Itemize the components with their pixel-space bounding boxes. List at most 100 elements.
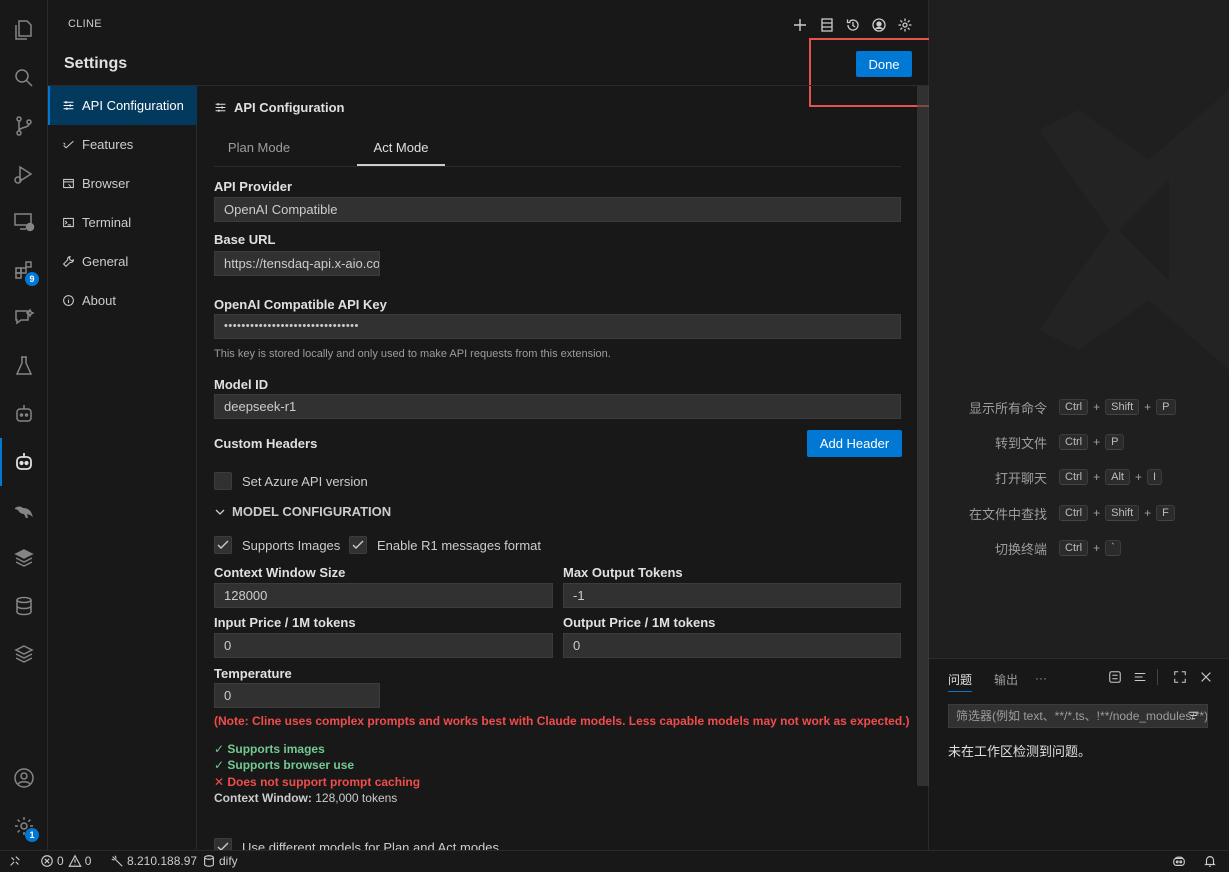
claude-note: (Note: Cline uses complex prompts and wo… <box>214 714 910 728</box>
sidebar-item-terminal[interactable]: Terminal <box>48 203 197 242</box>
shortcut-row: 在文件中查找 Ctrl + Shift + F <box>929 503 1175 523</box>
context-window-input[interactable]: 128000 <box>214 583 553 608</box>
add-header-button[interactable]: Add Header <box>807 430 902 457</box>
tab-output[interactable]: 输出 <box>994 671 1018 688</box>
copilot-status[interactable] <box>1172 854 1189 868</box>
section-title: API Configuration <box>234 100 345 115</box>
tab-plan-mode[interactable]: Plan Mode <box>214 136 304 166</box>
content-scrollbar[interactable] <box>917 86 929 786</box>
extensions-icon[interactable]: 9 <box>0 246 48 294</box>
shortcut-row: 切换终端 Ctrl + ` <box>929 538 1121 558</box>
source-control-icon[interactable] <box>0 102 48 150</box>
supports-images-checkbox[interactable] <box>214 536 232 554</box>
provider-select[interactable]: OpenAI Compatible <box>214 197 901 222</box>
search-icon[interactable] <box>0 54 48 102</box>
editor-area: 显示所有命令 Ctrl + Shift + P 转到文件 Ctrl + P 打开聊天 … <box>929 0 1229 658</box>
chat-icon[interactable] <box>0 294 48 342</box>
sidebar-item-api-configuration[interactable]: API Configuration <box>48 86 197 125</box>
error-icon <box>41 855 53 867</box>
tab-act-mode[interactable]: Act Mode <box>357 136 445 166</box>
model-config-toggle[interactable]: MODEL CONFIGURATION <box>214 504 391 519</box>
r1-format-checkbox[interactable] <box>349 536 367 554</box>
account-circle-icon[interactable] <box>870 16 888 34</box>
database-status[interactable]: dify <box>202 854 238 868</box>
key: P <box>1156 399 1176 415</box>
settings-badge: 1 <box>25 828 39 842</box>
sliders-icon <box>215 103 226 112</box>
checkmark-icon <box>352 540 364 549</box>
close-icon[interactable] <box>1199 670 1213 684</box>
remote-host[interactable]: 8.210.188.97 <box>110 854 197 868</box>
shortcut-row: 打开聊天 Ctrl + Alt + I <box>929 467 1163 487</box>
account-icon[interactable] <box>0 754 48 802</box>
azure-checkbox[interactable] <box>214 472 232 490</box>
kangaroo-icon[interactable] <box>0 486 48 534</box>
problems-filter-input[interactable]: 筛选器(例如 text、**/*.ts、!**/node_modules/**) <box>948 704 1208 728</box>
max-output-input[interactable]: -1 <box>563 583 901 608</box>
key: Ctrl <box>1059 434 1089 450</box>
copilot-icon <box>1173 856 1185 866</box>
stack-icon[interactable] <box>0 630 48 678</box>
checkmark-icon <box>217 540 229 549</box>
testing-icon[interactable] <box>0 342 48 390</box>
provider-label: API Provider <box>214 179 293 194</box>
key: Ctrl <box>1059 505 1089 521</box>
settings-gear-icon[interactable] <box>896 16 914 34</box>
robot-icon[interactable] <box>0 390 48 438</box>
sidebar-item-features[interactable]: Features <box>48 125 197 164</box>
database-icon[interactable] <box>0 582 48 630</box>
mcp-servers-icon[interactable] <box>818 16 836 34</box>
model-id-input[interactable]: deepseek-r1 <box>214 394 901 419</box>
filter-icon[interactable] <box>1187 709 1200 722</box>
plug-icon <box>111 855 123 867</box>
history-icon[interactable] <box>844 16 862 34</box>
shortcut-label: 切换终端 <box>994 541 1047 557</box>
cline-panel: CLINE Settings Done API Configuration Fe… <box>48 0 946 850</box>
notifications-status[interactable] <box>1203 854 1220 868</box>
manage-gear-icon[interactable]: 1 <box>0 802 48 850</box>
activity-bar: 9 1 <box>0 0 48 850</box>
different-models-checkbox[interactable] <box>214 838 232 850</box>
run-debug-icon[interactable] <box>0 150 48 198</box>
key: Ctrl <box>1059 399 1089 415</box>
remote-indicator[interactable] <box>8 854 25 868</box>
key: Shift <box>1105 399 1140 415</box>
input-price-input[interactable]: 0 <box>214 633 553 658</box>
plus-icon[interactable] <box>791 16 809 34</box>
tab-problems[interactable]: 问题 <box>948 671 973 692</box>
temperature-input[interactable]: 0 <box>214 683 380 708</box>
sidebar-item-browser[interactable]: Browser <box>48 164 197 203</box>
sidebar-item-general[interactable]: General <box>48 242 197 281</box>
collapse-all-icon[interactable] <box>1108 670 1122 684</box>
remote-explorer-icon[interactable] <box>0 198 48 246</box>
maximize-icon[interactable] <box>1173 670 1187 684</box>
sidebar-item-about[interactable]: About <box>48 281 197 320</box>
terminal-icon <box>63 217 74 228</box>
max-output-label: Max Output Tokens <box>563 565 683 580</box>
model-config-label: MODEL CONFIGURATION <box>232 504 392 519</box>
more-tabs-button[interactable]: ··· <box>1035 671 1047 685</box>
sidebar-item-label: About <box>82 293 116 308</box>
api-key-input[interactable]: ••••••••••••••••••••••••••••••• <box>214 314 901 339</box>
warning-count: 0 <box>84 854 92 868</box>
remote-icon <box>10 856 20 866</box>
section-header: API Configuration <box>214 100 345 115</box>
cline-icon[interactable] <box>0 438 48 486</box>
shortcut-row: 转到文件 Ctrl + P <box>929 432 1125 452</box>
feature-cache-text: Does not support prompt caching <box>227 775 421 789</box>
layers-icon[interactable] <box>0 534 48 582</box>
base-url-input[interactable]: https://tensdaq-api.x-aio.co <box>214 251 380 276</box>
context-window-info-label: Context Window: <box>214 791 312 805</box>
context-window-info: Context Window: 128,000 tokens <box>214 791 397 805</box>
key: Ctrl <box>1059 540 1089 556</box>
output-price-input[interactable]: 0 <box>563 633 901 658</box>
context-window-label: Context Window Size <box>214 565 346 580</box>
word-wrap-icon[interactable] <box>1133 670 1147 684</box>
base-url-label: Base URL <box>214 232 276 247</box>
explorer-icon[interactable] <box>0 6 48 54</box>
sidebar-item-label: General <box>82 254 129 269</box>
problems-indicator[interactable]: 0 0 <box>40 854 91 868</box>
database-label: dify <box>219 854 238 868</box>
key: ` <box>1105 540 1121 556</box>
different-models-label: Use different models for Plan and Act mo… <box>242 840 500 850</box>
